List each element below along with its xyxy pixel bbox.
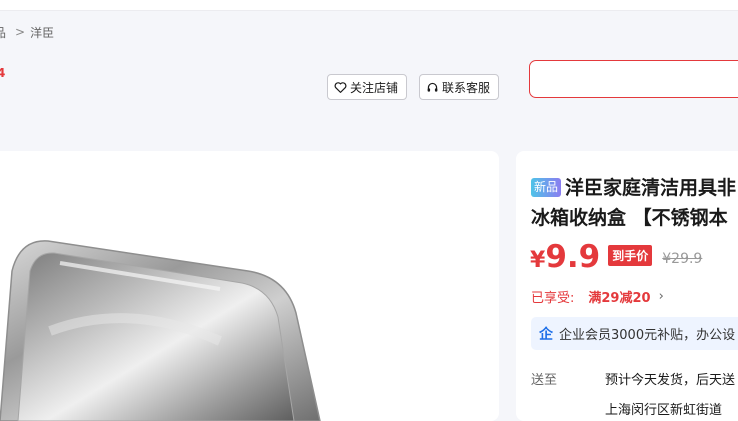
heart-icon: [334, 81, 347, 94]
store-score: 4: [0, 66, 6, 80]
original-price: ¥29.9: [662, 251, 703, 267]
product-title-line-1-text: 洋臣家庭清洁用具非: [565, 177, 737, 199]
hand-price-badge: 到手价: [608, 245, 653, 266]
promotion-row[interactable]: 已享受: 满29减20 ›: [531, 287, 664, 306]
breadcrumb: 品 > 洋臣: [0, 24, 54, 40]
steel-container-image: [0, 240, 321, 421]
chevron-right-icon: ›: [658, 289, 664, 304]
shipping-estimate: 预计今天发货，后天送: [605, 373, 736, 388]
enterprise-icon: 企: [539, 326, 553, 343]
current-price: ¥9.9: [530, 241, 600, 273]
promotion-value: 满29减20: [588, 291, 651, 306]
contact-service-label: 联系客服: [442, 80, 491, 95]
currency-symbol: ¥: [530, 248, 546, 273]
price-value: 9.9: [545, 239, 601, 275]
breadcrumb-item[interactable]: 品: [0, 24, 6, 41]
shipping-row: 送至 预计今天发货，后天送: [531, 369, 735, 388]
promotion-label: 已享受:: [531, 291, 575, 306]
breadcrumb-current[interactable]: 洋臣: [30, 24, 54, 41]
search-input[interactable]: [529, 60, 738, 98]
breadcrumb-separator-icon: >: [15, 25, 26, 39]
shipping-label: 送至: [531, 373, 558, 388]
product-title-line-2: 冰箱收纳盒 【不锈钢本: [531, 207, 728, 229]
top-bar: [0, 0, 738, 11]
enterprise-text: 企业会员3000元补贴，办公设: [559, 328, 736, 343]
price-row: ¥9.9 到手价 ¥29.9: [530, 241, 702, 273]
product-title-line-1: 新品 洋臣家庭清洁用具非: [531, 173, 738, 203]
enterprise-member-banner[interactable]: 企 企业会员3000元补贴，办公设: [531, 317, 738, 350]
headset-icon: [426, 81, 439, 94]
product-image[interactable]: [0, 151, 499, 421]
product-title: 新品 洋臣家庭清洁用具非 冰箱收纳盒 【不锈钢本: [531, 173, 738, 233]
product-info-panel: 新品 洋臣家庭清洁用具非 冰箱收纳盒 【不锈钢本 ¥9.9 到手价 ¥29.9 已…: [516, 151, 738, 421]
follow-store-label: 关注店铺: [350, 80, 399, 95]
new-badge: 新品: [531, 178, 562, 197]
follow-store-button[interactable]: 关注店铺: [327, 74, 407, 100]
contact-service-button[interactable]: 联系客服: [419, 74, 499, 100]
